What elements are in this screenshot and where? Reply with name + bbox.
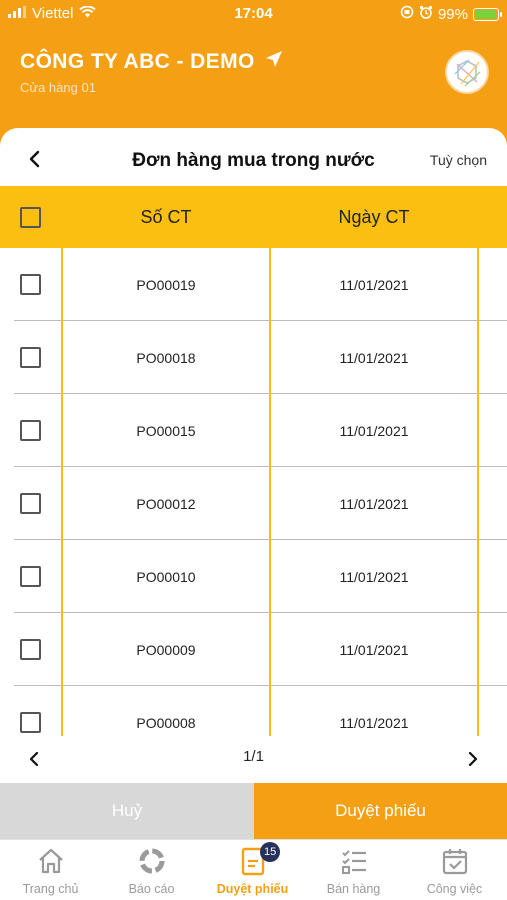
- location-arrow-icon: [265, 50, 283, 74]
- row-select-cell: [0, 467, 61, 540]
- overflow-cell: [479, 686, 507, 736]
- company-name: CÔNG TY ABC - DEMO: [20, 50, 255, 73]
- company-selector[interactable]: CÔNG TY ABC - DEMO: [20, 50, 283, 74]
- row-checkbox[interactable]: [20, 347, 41, 368]
- avatar[interactable]: [445, 50, 489, 94]
- row-select-cell: [0, 394, 61, 467]
- overflow-cell: [479, 321, 507, 394]
- tab-approve[interactable]: 15 Duyệt phiếu: [202, 840, 303, 900]
- doc-number: PO00019: [136, 276, 196, 293]
- status-right: 99%: [400, 5, 502, 23]
- doc-date: 11/01/2021: [339, 641, 409, 658]
- row-select-cell: [0, 540, 61, 613]
- tab-tasks[interactable]: Công việc: [404, 840, 505, 900]
- overflow-cell: [479, 248, 507, 321]
- row-select-cell: [0, 686, 61, 736]
- cancel-button[interactable]: Huỷ: [0, 783, 254, 839]
- app-header: CÔNG TY ABC - DEMO Cửa hàng 01: [0, 30, 507, 128]
- row-select-cell: [0, 613, 61, 686]
- doc-number: PO00018: [136, 349, 196, 366]
- tab-label: Trang chủ: [22, 882, 79, 896]
- overflow-cell: [479, 394, 507, 467]
- row-checkbox[interactable]: [20, 274, 41, 295]
- battery-percent: 99%: [437, 5, 468, 23]
- table-row[interactable]: PO00019 11/01/2021: [0, 248, 507, 321]
- table-row[interactable]: PO00008 11/01/2021: [0, 686, 507, 736]
- table-row[interactable]: PO00009 11/01/2021: [0, 613, 507, 686]
- tab-bar: Trang chủ Báo cáo 15 Duyệt phiếu Bán hàn…: [0, 839, 507, 900]
- notification-badge: 15: [260, 842, 281, 862]
- row-checkbox[interactable]: [20, 639, 41, 660]
- status-bar: Viettel 17:04 99%: [0, 0, 507, 30]
- doc-date: 11/01/2021: [339, 276, 409, 293]
- overflow-cell: [479, 467, 507, 540]
- table-header: Số CT Ngày CT: [0, 186, 507, 248]
- report-icon: [137, 846, 167, 876]
- home-icon: [36, 846, 66, 876]
- table-row[interactable]: PO00012 11/01/2021: [0, 467, 507, 540]
- next-page-button[interactable]: [463, 749, 483, 774]
- tab-label: Công việc: [426, 882, 483, 896]
- tab-sales[interactable]: Bán hàng: [303, 840, 404, 900]
- content-card: Đơn hàng mua trong nước Tuỳ chọn Số CT N…: [0, 128, 507, 783]
- doc-number: PO00008: [136, 714, 196, 731]
- doc-number: PO00015: [136, 422, 196, 439]
- row-checkbox[interactable]: [20, 493, 41, 514]
- action-bar: Huỷ Duyệt phiếu: [0, 783, 507, 839]
- overflow-cell: [479, 540, 507, 613]
- column-divider: [477, 186, 479, 736]
- column-divider: [269, 186, 271, 736]
- table-row[interactable]: PO00018 11/01/2021: [0, 321, 507, 394]
- doc-date: 11/01/2021: [339, 495, 409, 512]
- orders-table: Số CT Ngày CT PO00019 11/01/2021 PO00018 11…: [0, 186, 507, 736]
- doc-date: 11/01/2021: [339, 568, 409, 585]
- store-name: Cửa hàng 01: [20, 80, 96, 95]
- doc-date: 11/01/2021: [339, 714, 409, 731]
- battery-icon: [473, 7, 502, 21]
- row-select-cell: [0, 248, 61, 321]
- tab-label: Duyệt phiếu: [216, 882, 289, 896]
- options-button[interactable]: Tuỳ chọn: [430, 152, 487, 168]
- doc-number: PO00012: [136, 495, 196, 512]
- tab-home[interactable]: Trang chủ: [0, 840, 101, 900]
- page-indicator: 1/1: [243, 748, 264, 765]
- column-header-date[interactable]: Ngày CT: [271, 186, 477, 248]
- select-all-cell: [0, 186, 61, 248]
- column-header-doc-no[interactable]: Số CT: [63, 186, 269, 248]
- doc-number: PO00009: [136, 641, 196, 658]
- pagination: 1/1: [0, 736, 507, 783]
- row-checkbox[interactable]: [20, 566, 41, 587]
- row-checkbox[interactable]: [20, 420, 41, 441]
- tab-label: Báo cáo: [128, 882, 175, 896]
- alarm-icon: [419, 5, 433, 23]
- doc-number: PO00010: [136, 568, 196, 585]
- approve-button[interactable]: Duyệt phiếu: [254, 783, 507, 839]
- table-row[interactable]: PO00015 11/01/2021: [0, 394, 507, 467]
- nav-bar: Đơn hàng mua trong nước Tuỳ chọn: [0, 128, 507, 186]
- column-header-more: [479, 186, 507, 248]
- column-divider: [61, 186, 63, 736]
- chevron-right-icon: [463, 751, 483, 773]
- select-all-checkbox[interactable]: [20, 206, 41, 228]
- orientation-lock-icon: [400, 5, 414, 23]
- table-row[interactable]: PO00010 11/01/2021: [0, 540, 507, 613]
- checklist-icon: [339, 846, 369, 876]
- tab-reports[interactable]: Báo cáo: [101, 840, 202, 900]
- row-checkbox[interactable]: [20, 712, 41, 733]
- tab-label: Bán hàng: [326, 882, 381, 896]
- doc-date: 11/01/2021: [339, 349, 409, 366]
- row-select-cell: [0, 321, 61, 394]
- doc-date: 11/01/2021: [339, 422, 409, 439]
- calendar-icon: [440, 846, 470, 876]
- overflow-cell: [479, 613, 507, 686]
